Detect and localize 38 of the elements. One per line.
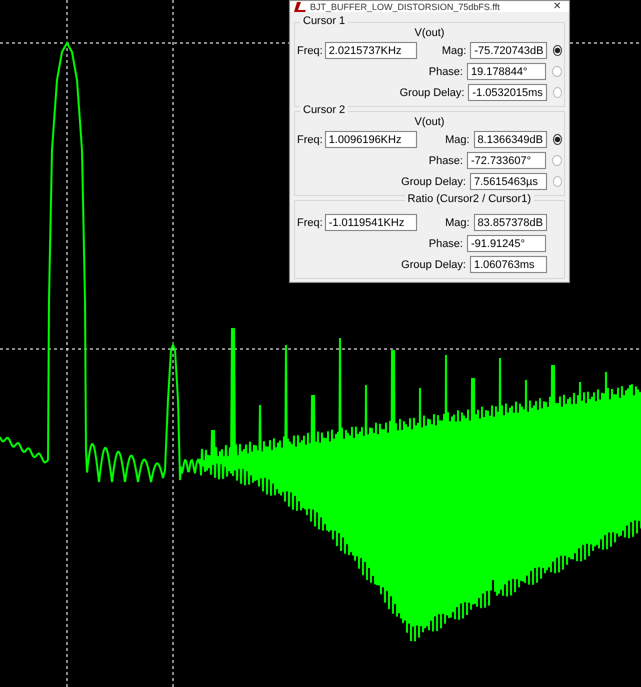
field-label: Group Delay:: [400, 86, 466, 98]
field-label: Phase:: [428, 154, 464, 166]
field-label: Mag:: [444, 134, 471, 146]
group-legend: Cursor 2: [300, 104, 348, 116]
radio-button[interactable]: [552, 66, 562, 77]
radio-button[interactable]: [553, 134, 562, 145]
app-logo-icon: [294, 2, 306, 12]
radio-button[interactable]: [552, 176, 562, 187]
window-title: BJT_BUFFER_LOW_DISTORSION_75dbFS.fft: [310, 2, 501, 12]
value-field[interactable]: -91.91245°: [466, 235, 546, 252]
freq-field[interactable]: -1.0119541KHz: [324, 214, 417, 231]
close-button[interactable]: ✕: [549, 2, 565, 12]
trace-name: V(out): [414, 116, 446, 128]
field-label: Group Delay:: [401, 176, 467, 188]
trace-name: V(out): [414, 27, 446, 39]
value-field[interactable]: -1.0532015ms: [468, 84, 547, 101]
value-field[interactable]: 19.178844°: [466, 63, 546, 80]
field-label: Phase:: [428, 66, 464, 78]
radio-button[interactable]: [552, 155, 562, 166]
field-label: Phase:: [428, 238, 464, 250]
field-label: Freq:: [297, 134, 323, 146]
field-label: Freq:: [297, 216, 323, 228]
field-label: Freq:: [297, 44, 323, 56]
value-field[interactable]: 7.5615463µs: [470, 173, 547, 190]
group-legend: Cursor 1: [300, 15, 348, 27]
freq-field[interactable]: 1.0096196KHz: [324, 131, 417, 148]
radio-button[interactable]: [553, 45, 562, 56]
field-label: Mag:: [444, 216, 471, 228]
group-legend: Ratio (Cursor2 / Cursor1): [404, 193, 534, 205]
freq-field[interactable]: 2.0215737KHz: [324, 42, 417, 59]
value-field[interactable]: 83.857378dB: [474, 214, 547, 231]
field-label: Group Delay:: [401, 258, 467, 270]
value-field[interactable]: -75.720743dB: [470, 42, 548, 59]
value-field[interactable]: -72.733607°: [466, 152, 546, 169]
value-field[interactable]: 8.1366349dB: [474, 131, 547, 148]
field-label: Mag:: [440, 44, 468, 56]
value-field[interactable]: 1.060763ms: [470, 256, 547, 273]
radio-button[interactable]: [552, 87, 562, 98]
